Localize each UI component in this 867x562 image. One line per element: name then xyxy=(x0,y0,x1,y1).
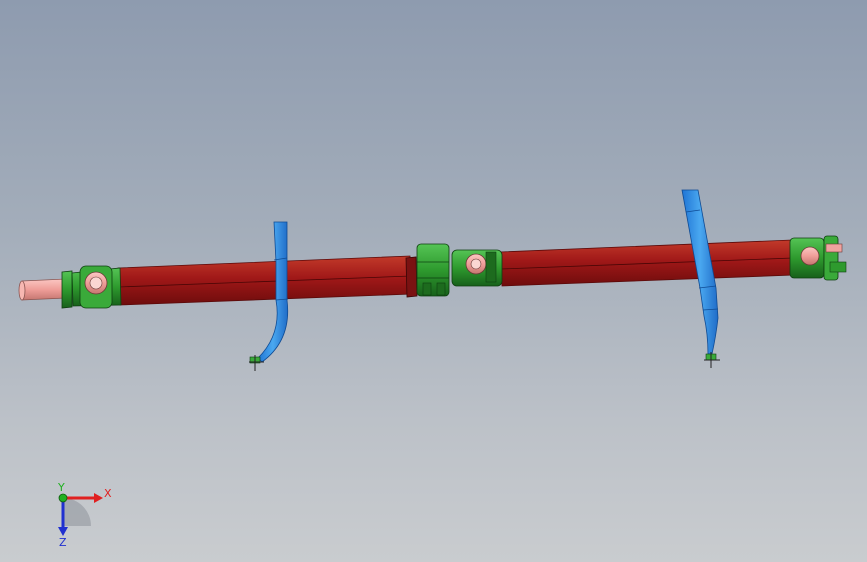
y-axis-label: Y xyxy=(57,481,65,494)
x-axis-label: X xyxy=(104,487,112,500)
center-coupling[interactable] xyxy=(405,243,450,298)
z-axis-label: Z xyxy=(59,536,67,549)
triad-quadrant xyxy=(63,498,91,526)
drive-shaft-tube-front[interactable] xyxy=(117,255,413,306)
drive-shaft-tube-rear[interactable] xyxy=(499,239,795,287)
universal-joint-rear[interactable] xyxy=(789,235,847,281)
y-axis-dot xyxy=(58,493,68,503)
slip-yoke[interactable] xyxy=(18,278,67,301)
universal-joint-middle[interactable] xyxy=(451,249,503,287)
coordinate-triad: X Y Z xyxy=(57,481,112,549)
universal-joint-front[interactable] xyxy=(61,265,122,309)
3d-viewport[interactable]: X Y Z xyxy=(0,0,867,562)
